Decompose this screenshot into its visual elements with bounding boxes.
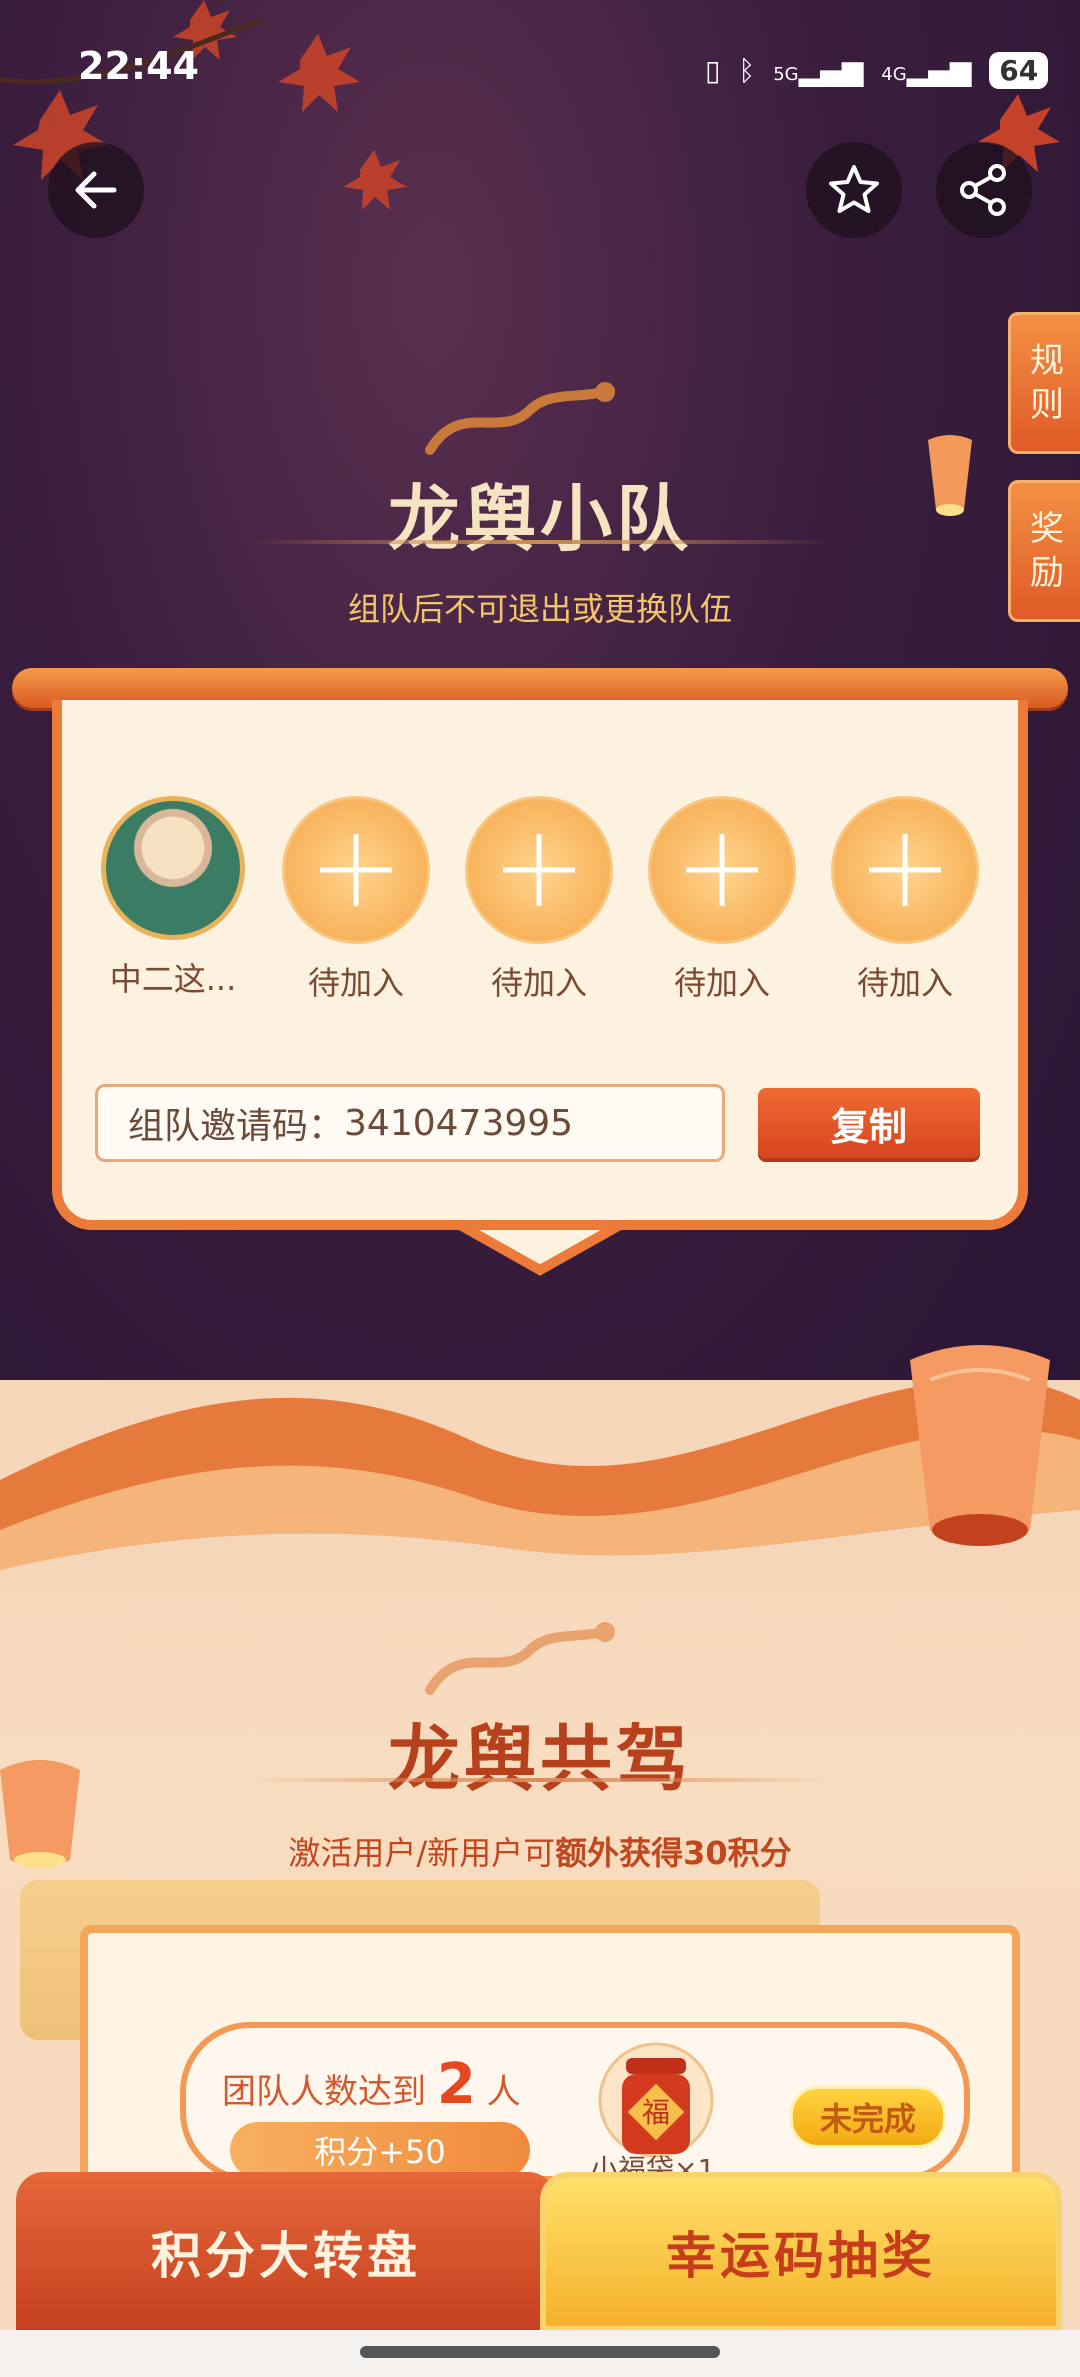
plus-icon <box>503 834 575 906</box>
copy-button[interactable]: 复制 <box>758 1088 980 1158</box>
arrow-left-icon <box>75 171 117 209</box>
battery-icon: 64 <box>989 51 1049 89</box>
status-badge: 未完成 <box>790 2086 946 2148</box>
dragon-emblem <box>425 382 615 455</box>
home-indicator[interactable] <box>360 2346 720 2358</box>
title-divider-2 <box>250 1778 830 1782</box>
dragon-emblem-2 <box>425 1622 615 1695</box>
team-subtitle: 组队后不可退出或更换队伍 <box>347 590 732 628</box>
invite-code-field[interactable]: 组队邀请码： 3410473995 <box>95 1084 725 1162</box>
add-member-button[interactable] <box>648 796 796 944</box>
add-member-button[interactable] <box>831 796 979 944</box>
share-icon <box>960 164 1006 216</box>
member-slot-1[interactable]: 中二这... <box>98 796 248 1000</box>
tab-lucky-code[interactable]: 幸运码抽奖 <box>540 2172 1062 2332</box>
member-slot-5[interactable]: 待加入 <box>830 796 980 1004</box>
drive-title: 龙舆共驾 <box>387 1716 692 1801</box>
add-member-button[interactable] <box>282 796 430 944</box>
task-description: 团队人数达到 2 人 <box>222 2052 521 2117</box>
member-slot-2[interactable]: 待加入 <box>281 796 431 1004</box>
signal-4g-icon: 4G▂▄▆ <box>881 53 972 87</box>
member-slot-3[interactable]: 待加入 <box>464 796 614 1004</box>
rules-tab-label: 规则 <box>1030 341 1064 425</box>
title-divider <box>250 540 830 544</box>
share-button[interactable] <box>936 142 1032 238</box>
task-text-prefix: 团队人数达到 <box>222 2072 426 2112</box>
sky-lantern-large <box>910 1345 1050 1546</box>
drive-subtitle: 激活用户/新用户可额外获得30积分 <box>0 1828 1080 1874</box>
rules-tab[interactable]: 规则 <box>1008 312 1080 454</box>
maple-leaves-decoration <box>0 0 407 210</box>
member-label: 待加入 <box>490 964 587 1002</box>
add-member-button[interactable] <box>465 796 613 944</box>
signal-5g-icon: 5G▂▄▆ <box>773 53 864 87</box>
svg-text:福: 福 <box>642 2096 670 2129</box>
task-text-suffix: 人 <box>486 2072 521 2112</box>
drive-subtitle-text: 激活用户/新用户可 <box>288 1834 556 1872</box>
bluetooth-icon: ᛒ <box>738 53 756 87</box>
member-label: 待加入 <box>673 964 770 1002</box>
task-count: 2 <box>436 2052 476 2117</box>
member-label: 待加入 <box>307 964 404 1002</box>
team-title: 龙舆小队 <box>387 476 692 561</box>
star-icon <box>829 165 879 213</box>
plus-icon <box>869 834 941 906</box>
favorite-button[interactable] <box>806 142 902 238</box>
plus-icon <box>320 834 392 906</box>
member-label: 待加入 <box>856 964 953 1002</box>
vibrate-icon: ▯ <box>705 53 721 87</box>
drive-subtitle-bold: 额外获得30积分 <box>555 1834 792 1872</box>
member-slot-4[interactable]: 待加入 <box>647 796 797 1004</box>
reward-points: 积分+50 <box>230 2122 530 2178</box>
plus-icon <box>686 834 758 906</box>
system-icons: ▯ ᛒ 5G▂▄▆ 4G▂▄▆ 64 <box>705 48 1049 92</box>
avatar <box>101 796 245 940</box>
back-button[interactable] <box>48 142 144 238</box>
member-name: 中二这... <box>109 960 237 998</box>
invite-code-value: 3410473995 <box>344 1102 574 1144</box>
tab-points-wheel[interactable]: 积分大转盘 <box>16 2172 556 2332</box>
status-time: 22:44 <box>78 44 199 88</box>
invite-code-label: 组队邀请码： <box>128 1106 345 1147</box>
